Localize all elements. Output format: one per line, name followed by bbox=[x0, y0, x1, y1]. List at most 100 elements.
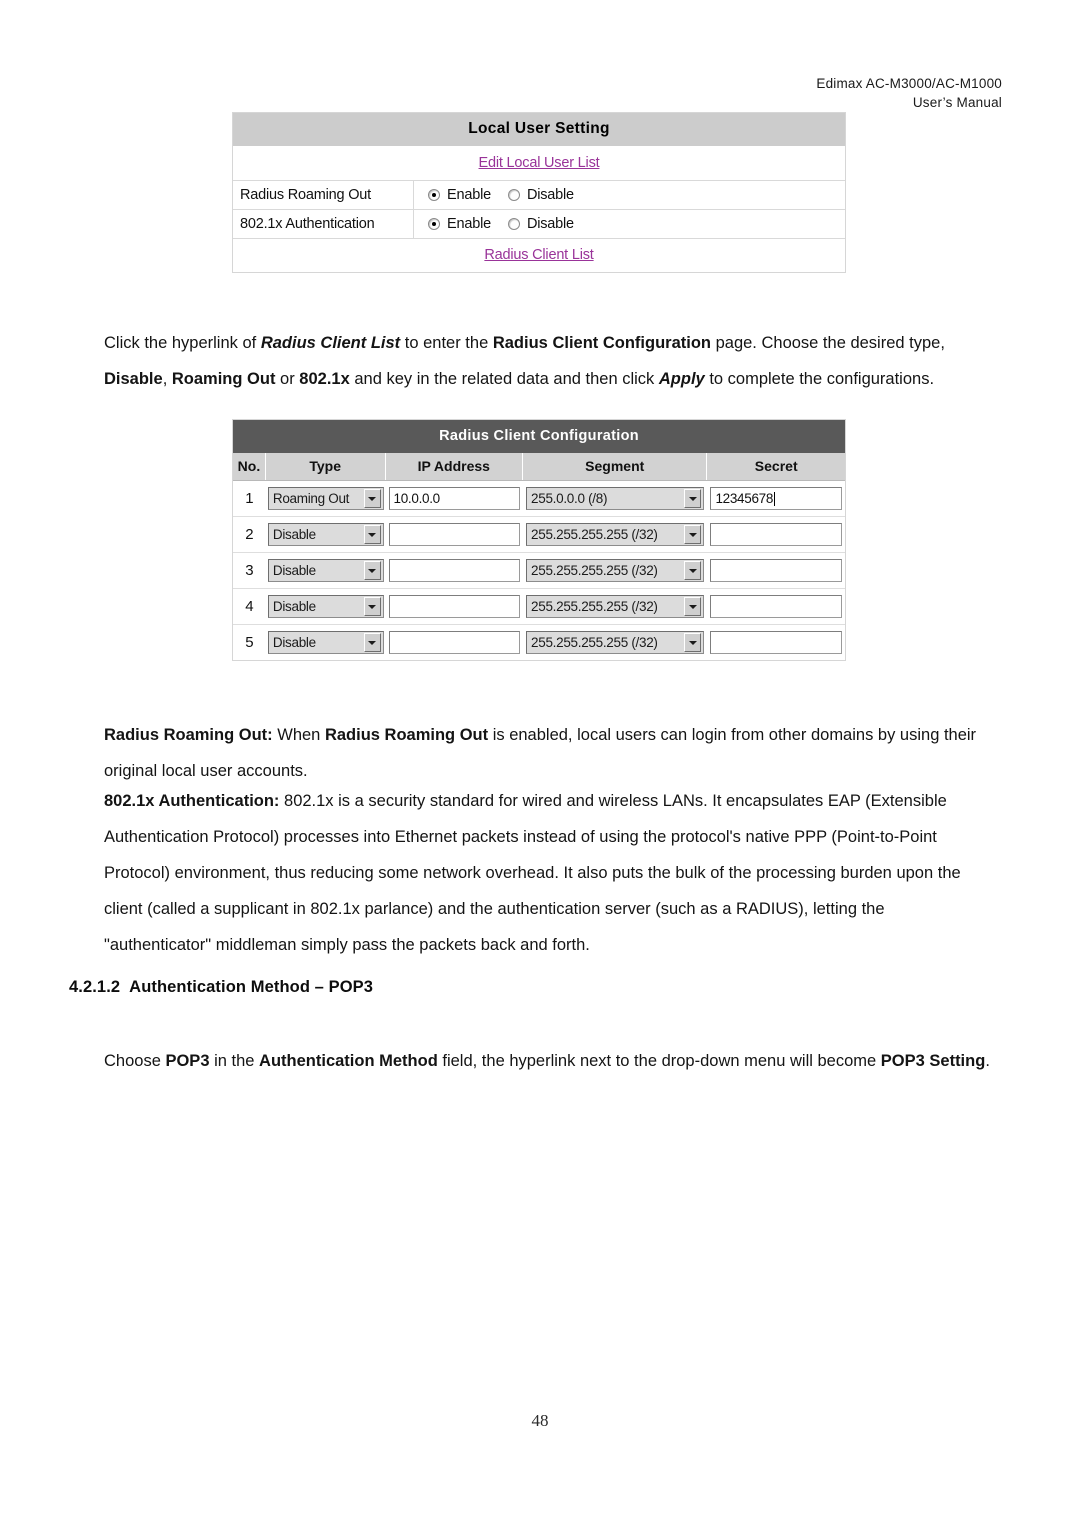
type-cell: Disable bbox=[266, 553, 386, 588]
text-run: and key in the related data and then cli… bbox=[349, 369, 659, 388]
text-run-radius-client-list: Radius Client List bbox=[260, 333, 401, 352]
text-run-authentication-method: Authentication Method bbox=[259, 1051, 438, 1070]
segment-select[interactable]: 255.255.255.255 (/32) bbox=[526, 595, 705, 618]
segment-cell: 255.255.255.255 (/32) bbox=[523, 589, 707, 624]
text-run-radius-client-configuration: Radius Client Configuration bbox=[492, 333, 712, 352]
secret-cell bbox=[707, 625, 845, 660]
segment-select[interactable]: 255.255.255.255 (/32) bbox=[526, 559, 705, 582]
text-run: Click the hyperlink of bbox=[104, 333, 261, 352]
table-row: 3 Disable 255.255.255.255 (/32) bbox=[233, 553, 845, 589]
column-header-type: Type bbox=[266, 453, 386, 480]
type-cell: Roaming Out bbox=[266, 481, 386, 516]
document-running-header: Edimax AC-M3000/AC-M1000 User’s Manual bbox=[816, 74, 1002, 112]
ip-address-input[interactable] bbox=[388, 595, 521, 618]
segment-select[interactable]: 255.255.255.255 (/32) bbox=[526, 631, 705, 654]
type-select-value: Roaming Out bbox=[272, 491, 350, 506]
row-index: 3 bbox=[245, 562, 254, 579]
radius-roaming-out-enable-radio[interactable] bbox=[428, 189, 440, 201]
text-run: , bbox=[162, 369, 172, 388]
type-cell: Disable bbox=[266, 625, 386, 660]
secret-cell bbox=[707, 589, 845, 624]
table-row: 2 Disable 255.255.255.255 (/32) bbox=[233, 517, 845, 553]
edit-local-user-list-link[interactable]: Edit Local User List bbox=[479, 155, 600, 171]
radius-roaming-out-disable-radio[interactable] bbox=[507, 189, 520, 201]
secret-input[interactable] bbox=[710, 595, 842, 618]
dot1x-authentication-disable-label[interactable]: Disable bbox=[527, 216, 574, 232]
secret-input[interactable]: 12345678 bbox=[710, 487, 842, 510]
segment-select-value: 255.0.0.0 (/8) bbox=[531, 491, 608, 506]
text-run: or bbox=[275, 369, 300, 388]
segment-select[interactable]: 255.255.255.255 (/32) bbox=[526, 523, 705, 546]
type-select[interactable]: Disable bbox=[267, 631, 384, 654]
column-header-secret: Secret bbox=[754, 458, 798, 474]
text-run-apply: Apply bbox=[658, 369, 705, 388]
ip-cell bbox=[386, 625, 524, 660]
segment-cell: 255.0.0.0 (/8) bbox=[523, 481, 707, 516]
text-run-radius-roaming-out: Radius Roaming Out bbox=[324, 725, 489, 744]
page-number: 48 bbox=[531, 1411, 549, 1430]
type-select[interactable]: Disable bbox=[267, 523, 384, 546]
paragraph-click-hyperlink: Click the hyperlink of Radius Client Lis… bbox=[104, 325, 994, 397]
type-select[interactable]: Roaming Out bbox=[267, 487, 384, 510]
ip-address-input[interactable] bbox=[388, 559, 521, 582]
secret-cell bbox=[707, 553, 845, 588]
dot1x-authentication-row: 802.1x Authentication Enable Disable bbox=[233, 210, 845, 239]
chevron-down-icon bbox=[363, 597, 381, 616]
type-select[interactable]: Disable bbox=[267, 559, 384, 582]
ip-address-input[interactable] bbox=[388, 631, 521, 654]
type-cell: Disable bbox=[266, 517, 386, 552]
segment-select-value: 255.255.255.255 (/32) bbox=[531, 599, 658, 614]
radius-roaming-out-row: Radius Roaming Out Enable Disable bbox=[233, 181, 845, 210]
dot1x-authentication-enable-label[interactable]: Enable bbox=[447, 216, 491, 232]
secret-cell bbox=[707, 517, 845, 552]
type-select-value: Disable bbox=[272, 527, 316, 542]
radius-client-list-link[interactable]: Radius Client List bbox=[484, 247, 593, 263]
text-run-roaming-out: Roaming Out bbox=[171, 369, 276, 388]
local-user-setting-panel: Local User Setting Edit Local User List … bbox=[232, 112, 846, 273]
text-run: Choose bbox=[104, 1051, 166, 1070]
secret-input[interactable] bbox=[710, 559, 842, 582]
segment-select-value: 255.255.255.255 (/32) bbox=[531, 527, 658, 542]
chevron-down-icon bbox=[684, 561, 702, 580]
paragraph-choose-pop3: Choose POP3 in the Authentication Method… bbox=[104, 1043, 994, 1079]
segment-select-value: 255.255.255.255 (/32) bbox=[531, 563, 658, 578]
manual-title-line: User’s Manual bbox=[912, 95, 1002, 110]
dot1x-authentication-disable-radio[interactable] bbox=[507, 218, 520, 230]
text-run: . bbox=[985, 1051, 990, 1070]
chevron-down-icon bbox=[684, 633, 702, 652]
secret-input[interactable] bbox=[710, 523, 842, 546]
paragraph-radius-roaming-out: Radius Roaming Out: When Radius Roaming … bbox=[104, 717, 994, 789]
text-run: to enter the bbox=[400, 333, 493, 352]
radius-roaming-out-disable-label[interactable]: Disable bbox=[527, 187, 574, 203]
section-heading-4-2-1-2: 4.2.1.2 Authentication Method – POP3 bbox=[69, 978, 999, 997]
table-row: 4 Disable 255.255.255.255 (/32) bbox=[233, 589, 845, 625]
dot1x-authentication-options: Enable Disable bbox=[414, 210, 845, 238]
segment-select[interactable]: 255.0.0.0 (/8) bbox=[526, 487, 705, 510]
text-run-8021x: 802.1x bbox=[299, 369, 350, 388]
text-run: 802.1x is a security standard for wired … bbox=[104, 791, 961, 954]
heading-text: Authentication Method – POP3 bbox=[129, 978, 374, 996]
radius-roaming-out-label: Radius Roaming Out bbox=[233, 181, 414, 209]
ip-cell: 10.0.0.0 bbox=[386, 481, 524, 516]
chevron-down-icon bbox=[684, 597, 702, 616]
text-run-pop3: POP3 bbox=[165, 1051, 210, 1070]
chevron-down-icon bbox=[363, 489, 381, 508]
paragraph-8021x-authentication: 802.1x Authentication: 802.1x is a secur… bbox=[104, 783, 994, 963]
secret-input[interactable] bbox=[710, 631, 842, 654]
table-row: 1 Roaming Out 10.0.0.0 255.0.0.0 (/8) 12… bbox=[233, 481, 845, 517]
row-index: 4 bbox=[245, 598, 254, 615]
type-select-value: Disable bbox=[272, 635, 316, 650]
segment-cell: 255.255.255.255 (/32) bbox=[523, 517, 707, 552]
dot1x-authentication-enable-radio[interactable] bbox=[428, 218, 440, 230]
type-select[interactable]: Disable bbox=[267, 595, 384, 618]
edit-local-user-list-row: Edit Local User List bbox=[233, 147, 845, 181]
segment-select-value: 255.255.255.255 (/32) bbox=[531, 635, 658, 650]
radius-roaming-out-enable-label[interactable]: Enable bbox=[447, 187, 491, 203]
ip-address-input[interactable]: 10.0.0.0 bbox=[388, 487, 521, 510]
ip-cell bbox=[386, 589, 524, 624]
type-cell: Disable bbox=[266, 589, 386, 624]
local-user-setting-title: Local User Setting bbox=[233, 113, 845, 147]
ip-cell bbox=[386, 553, 524, 588]
manual-product-line: Edimax AC-M3000/AC-M1000 bbox=[816, 76, 1002, 91]
ip-address-input[interactable] bbox=[388, 523, 521, 546]
